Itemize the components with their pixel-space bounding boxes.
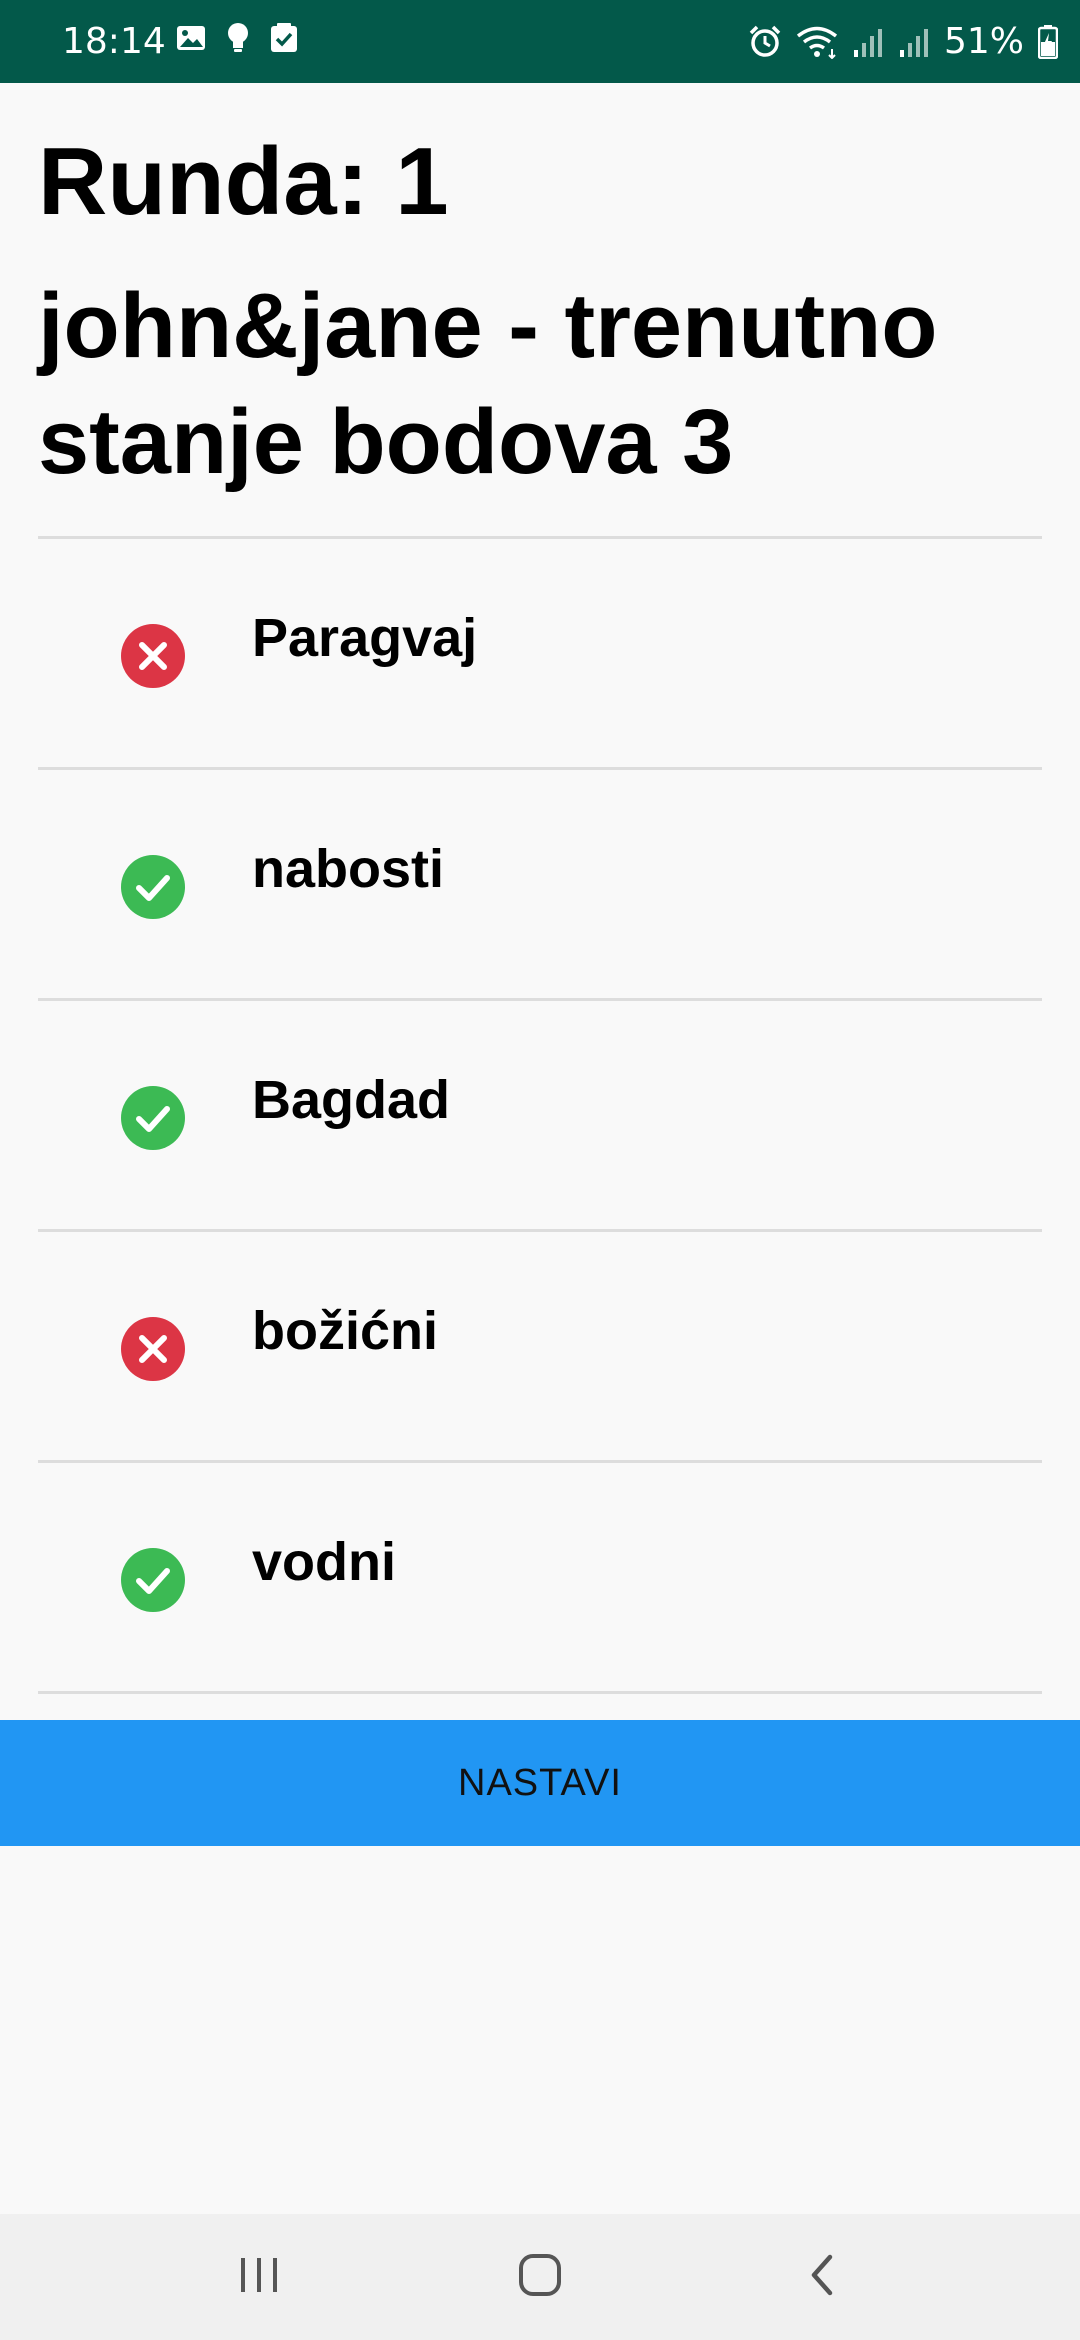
- bulb-icon: [226, 22, 250, 54]
- checkbox-icon: [270, 23, 298, 53]
- signal-icon: [852, 26, 884, 58]
- answer-text: božićni: [252, 1301, 438, 1361]
- gallery-icon: [176, 23, 206, 53]
- list-item: Paragvaj: [38, 536, 1042, 767]
- answer-text: Paragvaj: [252, 608, 478, 668]
- check-icon: [120, 1085, 186, 1151]
- answer-text: Bagdad: [252, 1070, 451, 1130]
- check-icon: [120, 854, 186, 920]
- continue-button[interactable]: NASTAVI: [0, 1720, 1080, 1846]
- home-button[interactable]: [495, 2244, 585, 2310]
- signal-icon: [898, 26, 930, 58]
- list-item: Bagdad: [38, 998, 1042, 1229]
- back-icon: [806, 2253, 836, 2302]
- back-button[interactable]: [776, 2244, 866, 2310]
- alarm-icon: [748, 25, 782, 59]
- list-item: vodni: [38, 1460, 1042, 1694]
- answer-list: Paragvaj nabosti Bagdad božićni vodni: [38, 536, 1042, 1694]
- wifi-icon: [796, 25, 838, 59]
- notification-icons: [176, 22, 298, 54]
- system-icons: 51%: [748, 18, 1058, 66]
- answer-text: nabosti: [252, 839, 445, 899]
- status-bar: 18:14 51%: [0, 0, 1080, 83]
- home-icon: [518, 2253, 562, 2302]
- recents-icon: [238, 2255, 280, 2300]
- score-title: john&jane - trenutno stanje bodova 3: [38, 275, 938, 493]
- status-time: 18:14: [62, 21, 166, 62]
- round-title: Runda: 1: [38, 128, 449, 235]
- list-item: božićni: [38, 1229, 1042, 1460]
- battery-percentage: 51%: [943, 21, 1024, 62]
- list-item: nabosti: [38, 767, 1042, 998]
- recents-button[interactable]: [214, 2244, 304, 2310]
- error-icon: [120, 1316, 186, 1382]
- battery-icon: [1038, 25, 1058, 59]
- navigation-bar: [0, 2214, 1080, 2340]
- error-icon: [120, 623, 186, 689]
- check-icon: [120, 1547, 186, 1613]
- answer-text: vodni: [252, 1532, 396, 1592]
